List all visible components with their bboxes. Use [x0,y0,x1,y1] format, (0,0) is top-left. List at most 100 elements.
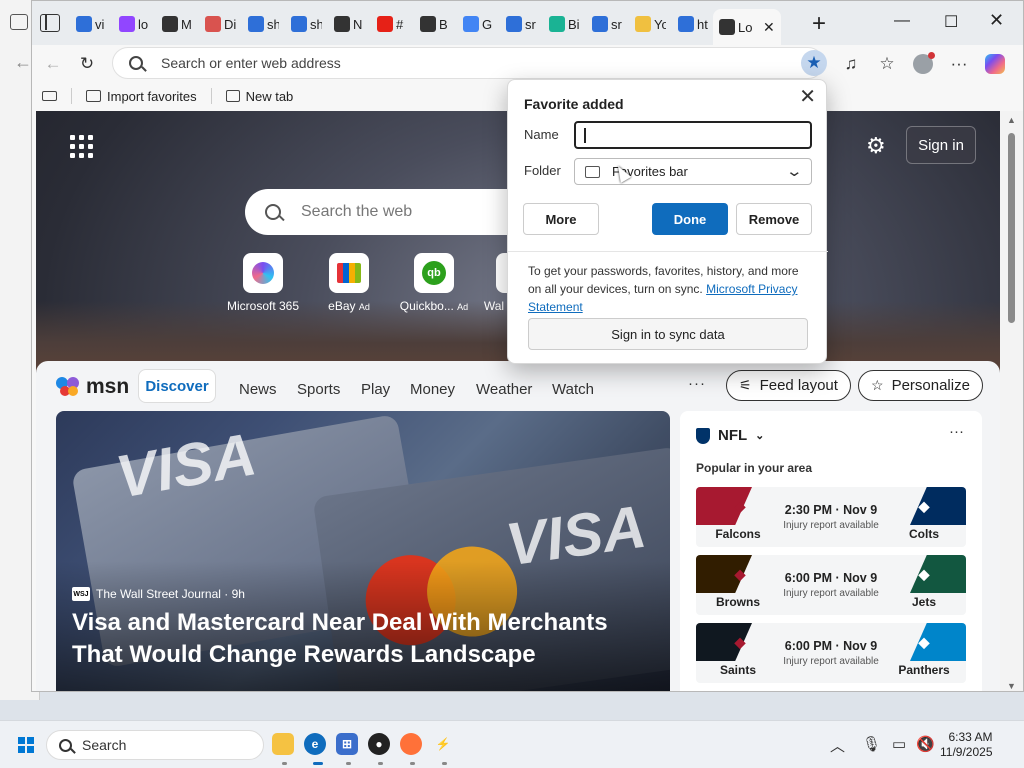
game-row[interactable]: ◆ ◆ Browns Jets 6:00 PM · Nov 9 Injury report… [696,555,966,615]
sign-in-button[interactable]: Sign in [906,126,976,164]
new-tab-link[interactable]: New tab [225,89,293,104]
article-source: WSJ The Wall Street Journal · 9h [72,587,245,601]
taskbar: Search e ⊞ ● ⚡ ︿ 🎙 ▭ 🔇 6:33 AM 11/9/2025 [0,720,1024,768]
sign-in-sync-button[interactable]: Sign in to sync data [528,318,808,350]
article-headline[interactable]: Visa and Mastercard Near Deal With Merch… [72,607,662,671]
tab-7[interactable]: # [377,9,408,39]
microphone-icon[interactable]: 🎙 [862,735,881,753]
profile-avatar[interactable] [910,51,936,77]
tab-sports[interactable]: Sports [297,381,340,398]
steam-icon[interactable]: ● [368,733,390,755]
tab-money[interactable]: Money [410,381,455,398]
gear-icon[interactable]: ⚙ [866,133,886,159]
volume-icon[interactable]: 🔇 [916,735,935,753]
scroll-down-icon[interactable]: ▼ [1007,681,1016,691]
search-icon [291,16,307,32]
tab-8[interactable]: B [420,9,451,39]
quicklink-quickbooks[interactable]: qb Quickbo... Ad [389,253,479,313]
search-icon [678,16,694,32]
favorite-star-icon[interactable]: ★ [801,50,827,76]
search-icon [76,16,92,32]
chevron-up-icon[interactable]: ︿ [830,735,845,756]
taskbar-search[interactable]: Search [46,730,264,760]
tab-weather[interactable]: Weather [476,381,532,398]
tab-watch[interactable]: Watch [552,381,594,398]
tab-actions-icon[interactable] [40,14,60,32]
chevron-down-icon: ⌄ [785,163,804,180]
emoji-icon [635,16,651,32]
quickbooks-icon: qb [414,253,454,293]
tab-9[interactable]: G [463,9,494,39]
copilot-icon[interactable] [982,51,1008,77]
tab-3[interactable]: Di [205,9,236,39]
import-favorites-link[interactable]: Import favorites [86,89,197,104]
name-field[interactable] [574,121,812,149]
tab-play[interactable]: Play [361,381,390,398]
nfl-more-button[interactable]: ··· [949,423,964,440]
tab-title: lo [138,16,149,32]
store-icon[interactable]: ⊞ [336,733,358,755]
tab-11[interactable]: Bi [549,9,580,39]
tab-title: sh [310,16,322,32]
remove-button[interactable]: Remove [736,203,812,235]
tab-12[interactable]: sr [592,9,623,39]
new-tab-button[interactable]: + [812,10,826,38]
close-tab-icon[interactable]: ✕ [763,19,775,36]
nfl-header[interactable]: NFL ⌄ [696,427,764,444]
scroll-up-icon[interactable]: ▲ [1007,115,1016,125]
extensions-icon[interactable]: ♫ [838,51,864,77]
tab-14[interactable]: ht [678,9,709,39]
more-tabs-button[interactable]: ··· [688,375,706,392]
web-search-box[interactable]: Search the web [245,189,545,235]
folder-dropdown[interactable]: Favorites bar ⌄ [574,158,812,185]
settings-more-icon[interactable]: ··· [946,51,972,77]
feed-layout-button[interactable]: ⚟ Feed layout [726,370,851,401]
personalize-button[interactable]: ☆ Personalize [858,370,983,401]
tab-6[interactable]: N [334,9,365,39]
tab-0[interactable]: vi [76,9,107,39]
nfl-icon [696,427,710,444]
back-button[interactable]: ← [40,51,66,77]
tab-5[interactable]: sh [291,9,322,39]
edge-icon[interactable]: e [304,733,326,755]
tab-10[interactable]: sr [506,9,537,39]
close-window-button[interactable]: ✕ [989,10,1004,31]
quicklink-ebay[interactable]: eBay Ad [304,253,394,313]
network-icon[interactable]: ▭ [892,735,906,753]
tab-news[interactable]: News [239,381,277,398]
tab-13[interactable]: Yo [635,9,666,39]
tab-4[interactable]: sh [248,9,279,39]
start-button[interactable] [18,737,34,753]
youtube-icon [377,16,393,32]
address-bar[interactable]: Search or enter web address ★ [112,47,827,79]
tab-discover[interactable]: Discover [138,369,216,403]
file-explorer-icon[interactable] [272,733,294,755]
game-row[interactable]: ◆ ◆ Saints Panthers 6:00 PM · Nov 9 Injury re… [696,623,966,683]
injury-note: Injury report available [783,520,879,531]
vertical-scrollbar[interactable]: ▲ ▼ [1000,111,1023,691]
msn-logo[interactable]: msn [56,375,129,399]
done-button[interactable]: Done [652,203,728,235]
favorites-icon[interactable]: ☆ [874,51,900,77]
tab-title: # [396,16,404,32]
app-launcher-icon[interactable] [70,135,93,158]
hero-article[interactable]: VISA VISA WSJ The Wall Street Journal · … [56,411,670,691]
search-icon [129,56,143,70]
divider [71,88,72,104]
folder-label: Folder [524,163,561,178]
maximize-button[interactable]: ☐ [944,12,958,32]
tab-title: ht [697,16,708,32]
more-button[interactable]: More [523,203,599,235]
tab-2[interactable]: M [162,9,193,39]
app-icon[interactable]: ⚡ [432,733,454,755]
scrollbar-thumb[interactable] [1008,133,1015,323]
quicklink-microsoft-365[interactable]: Microsoft 365 [218,253,308,313]
firefox-icon[interactable] [400,733,422,755]
tab-1[interactable]: lo [119,9,150,39]
tab-15[interactable]: Lo ✕ [713,9,781,45]
close-icon[interactable]: ✕ [799,84,816,109]
game-row[interactable]: ◆ ◆ Falcons Colts 2:30 PM · Nov 9 Injury repo… [696,487,966,547]
clock[interactable]: 6:33 AM 11/9/2025 [940,730,993,760]
minimize-button[interactable]: — [894,12,910,30]
refresh-button[interactable]: ↻ [74,51,100,77]
